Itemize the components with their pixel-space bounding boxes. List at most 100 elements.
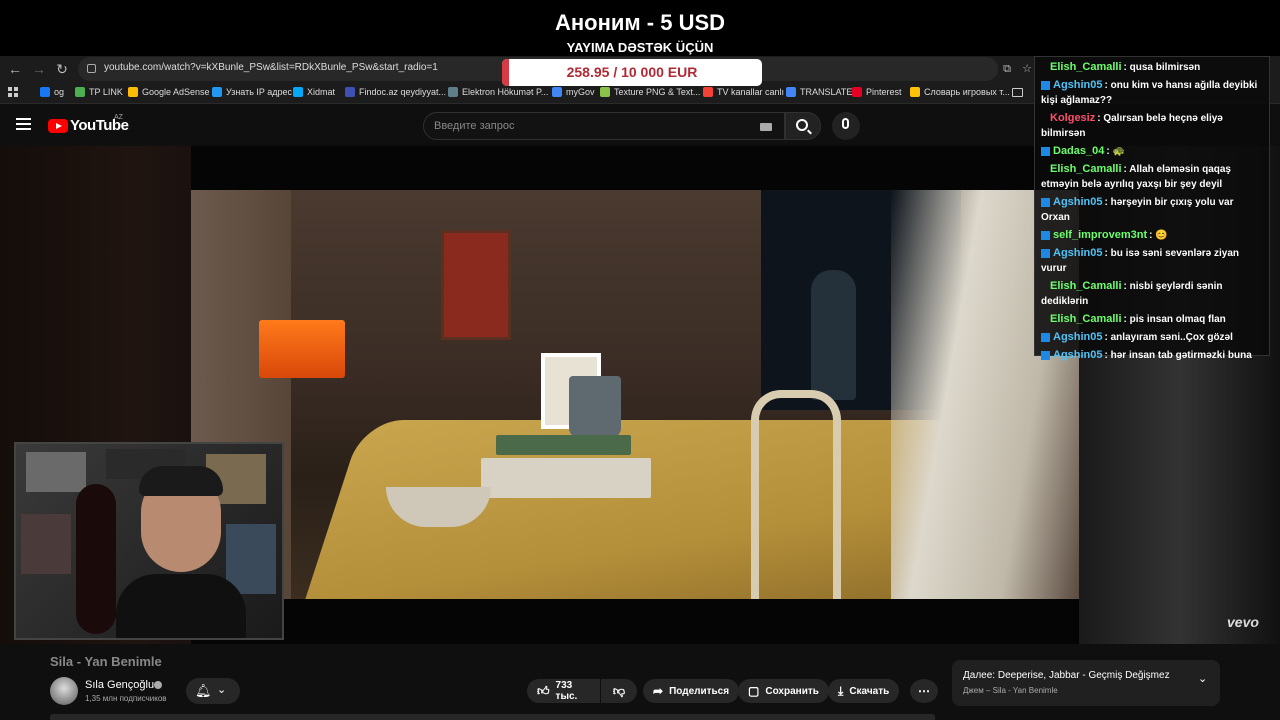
platform-badge-icon — [1041, 80, 1050, 90]
bookmark-item[interactable]: Узнать IP адрес — [212, 87, 292, 97]
folder-icon[interactable] — [1012, 88, 1023, 97]
save-button[interactable]: ▢ Сохранить — [738, 679, 829, 703]
more-icon: ⋯ — [918, 684, 930, 698]
video-title: Sila - Yan Benimle — [50, 654, 162, 669]
chat-text: : hər insan tab gətirməzki buna — [1104, 350, 1252, 361]
bookmark-item[interactable]: Xidmat — [293, 87, 335, 97]
youtube-logo-icon[interactable] — [48, 119, 68, 133]
subscriber-count: 1,35 млн подписчиков — [85, 694, 167, 703]
bell-icon: 🔔︎ — [195, 683, 212, 698]
chat-message: Elish_Camalli: Allah eləməsin qaqaş etmə… — [1041, 162, 1263, 192]
figure-silhouette — [811, 270, 856, 400]
share-label: Поделиться — [669, 685, 730, 697]
bookmark-item[interactable]: Texture PNG & Text... — [600, 87, 700, 97]
bookmark-favicon-icon — [128, 87, 138, 97]
bookmark-label: myGov — [566, 87, 595, 97]
back-icon[interactable]: ← — [6, 60, 24, 78]
platform-badge-icon — [1041, 332, 1050, 342]
bookmark-item[interactable]: Pinterest — [852, 87, 902, 97]
channel-name[interactable]: Sıla Gençoğlu — [85, 679, 154, 691]
bookmark-favicon-icon — [910, 87, 920, 97]
bookmark-item[interactable]: myGov — [552, 87, 595, 97]
bookmark-item[interactable]: TV kanallar canlı — [703, 87, 784, 97]
platform-badge-icon — [1041, 350, 1050, 360]
bookmark-favicon-icon — [40, 87, 50, 97]
channel-avatar[interactable] — [50, 677, 78, 705]
search-input[interactable]: Введите запрос — [423, 112, 785, 140]
bookmark-label: Elektron Hökumət P... — [462, 87, 549, 97]
bookmark-favicon-icon — [75, 87, 85, 97]
apps-grid-icon[interactable] — [8, 87, 18, 97]
next-up-title: Далее: Deeperise, Jabbar - Geçmiş Değişm… — [963, 670, 1170, 681]
like-count: 733 тыс. — [555, 680, 578, 702]
more-actions-button[interactable]: ⋯ — [910, 679, 938, 703]
next-up-subtitle: Джем – Sila - Yan Benimle — [963, 686, 1058, 695]
download-label: Скачать — [849, 685, 890, 697]
bookmark-favicon-icon — [552, 87, 562, 97]
chat-username: Elish_Camalli — [1050, 280, 1122, 292]
donation-goal-text: 258.95 / 10 000 EUR — [566, 64, 698, 80]
chat-text: : anlayıram səni..Çox gözəl — [1104, 332, 1233, 343]
bookmark-favicon-icon — [852, 87, 862, 97]
webcam-overlay — [14, 442, 284, 640]
share-button[interactable]: ➦ Поделиться — [643, 679, 740, 703]
bookmark-item[interactable]: TRANSLATE — [786, 87, 852, 97]
orange-lamp — [259, 320, 345, 378]
bookmark-item[interactable]: Findoc.az qeydiyyat... — [345, 87, 446, 97]
thumbs-down-icon: 👎︎ — [612, 683, 626, 698]
donation-alert-subtitle: YAYIMA DƏSTƏK ÜÇÜN — [566, 40, 714, 55]
chat-username: Agshin05 — [1053, 196, 1103, 208]
bookmark-label: Xidmat — [307, 87, 336, 97]
donation-alert-title: Аноним - 5 USD — [554, 10, 726, 35]
video-frame[interactable] — [191, 190, 1079, 599]
like-button[interactable]: 👍︎ 733 тыс. — [527, 679, 600, 703]
platform-badge-icon — [1041, 197, 1050, 207]
chat-username: Elish_Camalli — [1050, 61, 1122, 73]
platform-badge-icon — [1041, 146, 1050, 156]
sticker — [226, 524, 276, 594]
person-hair — [139, 466, 223, 496]
bookmark-favicon-icon — [600, 87, 610, 97]
chat-username: Agshin05 — [1053, 331, 1103, 343]
bookmark-label: Google AdSense — [142, 87, 210, 97]
keyboard-icon[interactable] — [760, 123, 772, 131]
reload-icon[interactable]: ↻ — [53, 60, 71, 78]
save-icon: ▢ — [748, 684, 760, 698]
bookmark-label: Texture PNG & Text... — [614, 87, 701, 97]
sticker — [21, 514, 71, 574]
search-button[interactable] — [785, 112, 821, 140]
install-app-icon[interactable]: ⧉ — [998, 60, 1016, 78]
wall-painting — [441, 230, 511, 340]
chat-text: : 🐢 — [1106, 146, 1125, 157]
search-icon — [796, 119, 808, 131]
chat-message: self_improvem3nt: 😊 — [1041, 228, 1263, 243]
subscription-bell-button[interactable]: 🔔︎ ⌄ — [186, 678, 240, 704]
voice-search-button[interactable] — [832, 112, 860, 140]
dislike-button[interactable]: 👎︎ — [601, 679, 637, 703]
forward-icon[interactable]: → — [30, 60, 48, 78]
chevron-down-icon[interactable]: ⌄ — [1198, 672, 1207, 685]
description-box[interactable] — [50, 714, 935, 720]
bookmark-item[interactable]: Словарь игровых т... — [910, 87, 1010, 97]
download-button[interactable]: ⤓ Скачать — [828, 679, 900, 703]
chat-message: Agshin05: hər insan tab gətirməzki buna — [1041, 348, 1263, 363]
search-placeholder: Введите запрос — [434, 120, 515, 132]
bookmark-item[interactable]: TP LINK — [75, 87, 123, 97]
verified-icon — [154, 681, 162, 689]
platform-badge-icon — [1041, 230, 1050, 240]
bookmark-item[interactable]: Elektron Hökumət P... — [448, 87, 548, 97]
next-up-panel[interactable]: Далее: Deeperise, Jabbar - Geçmiş Değişm… — [952, 660, 1220, 706]
chat-username: Elish_Camalli — [1050, 163, 1122, 175]
chat-message: Dadas_04: 🐢 — [1041, 144, 1263, 159]
site-info-icon[interactable] — [87, 64, 96, 73]
menu-icon[interactable] — [16, 118, 31, 130]
bookmark-item[interactable]: Google AdSense — [128, 87, 210, 97]
bookmark-favicon-icon — [786, 87, 796, 97]
bookmark-item[interactable]: og — [40, 87, 64, 97]
bookmark-label: Узнать IP адрес — [226, 87, 293, 97]
download-icon: ⤓ — [838, 683, 844, 698]
video-info-section: Sila - Yan Benimle Sıla Gençoğlu 1,35 мл… — [0, 644, 1280, 720]
chat-username: Dadas_04 — [1053, 145, 1105, 157]
paper-stack — [481, 458, 651, 498]
bookmark-favicon-icon — [345, 87, 355, 97]
